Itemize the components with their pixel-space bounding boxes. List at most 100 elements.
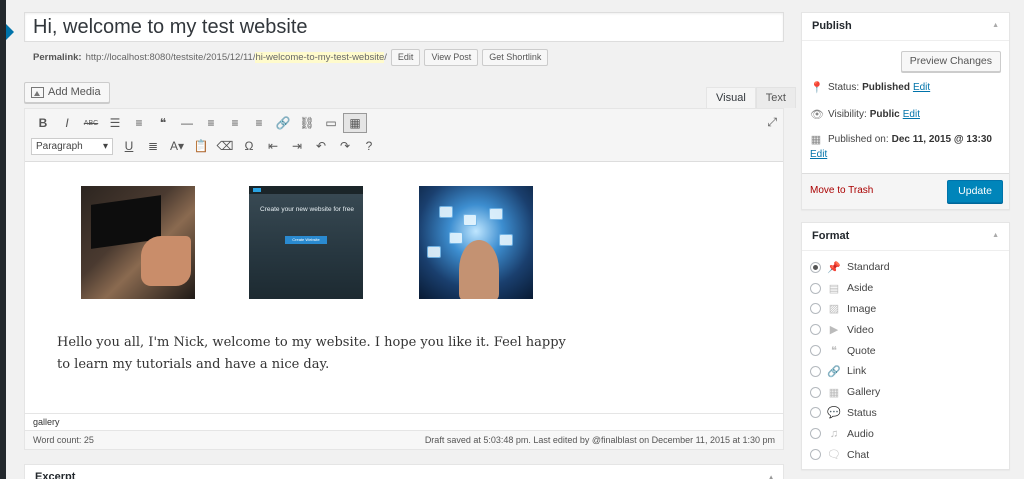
format-header[interactable]: Format ▲ — [802, 223, 1009, 251]
gallery-image-website[interactable]: Create your new website for free Create … — [249, 186, 363, 299]
format-radio[interactable] — [810, 345, 821, 357]
align-left-icon[interactable]: ≡ — [199, 113, 223, 133]
redo-icon[interactable]: ↷ — [333, 136, 357, 156]
element-path: gallery — [24, 413, 784, 430]
underline-icon[interactable]: U — [117, 136, 141, 156]
special-character-icon[interactable]: Ω — [237, 136, 261, 156]
bold-icon[interactable]: B — [31, 113, 55, 133]
format-radio[interactable] — [810, 324, 821, 336]
format-option-chat[interactable]: 🗨 Chat — [810, 444, 1001, 465]
status-icon: 💬 — [827, 407, 841, 420]
align-right-icon[interactable]: ≡ — [247, 113, 271, 133]
remove-link-icon[interactable]: ⛓ — [295, 113, 319, 133]
insert-link-icon[interactable]: 🔗 — [271, 113, 295, 133]
tab-visual[interactable]: Visual — [706, 87, 756, 108]
format-radio[interactable] — [810, 365, 821, 377]
permalink-bar: Permalink: http://localhost:8080/testsit… — [33, 49, 549, 66]
format-option-label: Image — [847, 302, 877, 315]
permalink-label: Permalink: — [33, 52, 82, 63]
format-option-standard[interactable]: 📌 Standard — [810, 257, 1001, 278]
format-option-link[interactable]: 🔗 Link — [810, 361, 1001, 382]
align-center-icon[interactable]: ≡ — [223, 113, 247, 133]
published-edit-row: Edit — [810, 149, 827, 160]
format-option-image[interactable]: ▨ Image — [810, 299, 1001, 320]
format-radio[interactable] — [810, 449, 821, 461]
format-option-audio[interactable]: ♫ Audio — [810, 423, 1001, 444]
strikethrough-icon[interactable]: ABC — [79, 113, 103, 133]
bullet-list-icon[interactable]: ☰ — [103, 113, 127, 133]
justify-icon[interactable]: ≣ — [141, 136, 165, 156]
publish-box: Publish ▲ Preview Changes 📍 Status: Publ… — [801, 12, 1010, 210]
gallery-image-laptop[interactable] — [81, 186, 195, 299]
paste-text-icon[interactable]: 📋 — [189, 136, 213, 156]
add-media-button[interactable]: Add Media — [24, 82, 110, 103]
publish-actions: Move to Trash Update — [802, 173, 1009, 209]
move-to-trash-link[interactable]: Move to Trash — [810, 185, 873, 196]
toolbar-toggle-icon[interactable]: ▦ — [343, 113, 367, 133]
calendar-icon: ▦ — [810, 134, 822, 146]
get-shortlink-button[interactable]: Get Shortlink — [482, 49, 549, 66]
format-option-gallery[interactable]: ▦ Gallery — [810, 382, 1001, 403]
undo-icon[interactable]: ↶ — [309, 136, 333, 156]
add-media-label: Add Media — [48, 86, 101, 98]
clear-formatting-icon[interactable]: ⌫ — [213, 136, 237, 156]
excerpt-box[interactable]: Excerpt ▲ — [24, 464, 784, 479]
gallery-icon: ▦ — [828, 386, 840, 399]
editor-content[interactable]: Create your new website for free Create … — [25, 162, 783, 416]
edit-permalink-button[interactable]: Edit — [390, 49, 421, 66]
format-radio[interactable] — [810, 303, 821, 315]
blockquote-icon[interactable]: ❝ — [151, 113, 175, 133]
collapse-icon[interactable]: ▲ — [992, 232, 999, 239]
format-radio[interactable] — [810, 428, 821, 440]
post-title-input[interactable]: Hi, welcome to my test website — [24, 12, 784, 42]
video-icon: ▶ — [829, 324, 839, 337]
format-radio[interactable] — [810, 407, 821, 419]
toolbar-row-1: B I ABC ☰ ≡ ❝ — ≡ ≡ ≡ 🔗 ⛓ ▭ ▦ — [31, 113, 367, 133]
gallery-image-touch[interactable] — [419, 186, 533, 299]
numbered-list-icon[interactable]: ≡ — [127, 113, 151, 133]
image-icon: ▨ — [828, 303, 840, 316]
outdent-icon[interactable]: ⇤ — [261, 136, 285, 156]
text-color-icon[interactable]: A▾ — [165, 136, 189, 156]
format-option-status[interactable]: 💬 Status — [810, 403, 1001, 424]
collapse-icon[interactable]: ▲ — [767, 473, 775, 479]
publish-header[interactable]: Publish ▲ — [802, 13, 1009, 41]
format-radio[interactable] — [810, 282, 821, 294]
edit-status-link[interactable]: Edit — [913, 82, 930, 93]
media-icon — [31, 87, 44, 98]
toolbar-row-2: Paragraph ▾ U ≣ A▾ 📋 ⌫ Ω ⇤ ⇥ ↶ ↷? — [31, 136, 381, 156]
preview-changes-button[interactable]: Preview Changes — [900, 51, 1001, 72]
help-icon[interactable]: ? — [357, 136, 381, 156]
view-post-button[interactable]: View Post — [424, 49, 479, 66]
format-radio[interactable] — [810, 261, 821, 273]
word-count: Word count: 25 — [33, 435, 94, 445]
chat-icon: 🗨 — [827, 449, 841, 462]
format-option-label: Quote — [847, 344, 876, 357]
indent-icon[interactable]: ⇥ — [285, 136, 309, 156]
format-option-video[interactable]: ▶ Video — [810, 319, 1001, 340]
format-option-label: Chat — [847, 448, 870, 461]
thumb-cta: Create Website — [285, 236, 327, 244]
permalink-base[interactable]: http://localhost:8080/testsite/2015/12/1… — [86, 52, 256, 63]
post-paragraph[interactable]: Hello you all, I'm Nick, welcome to my w… — [57, 332, 577, 376]
format-option-label: Gallery — [847, 386, 881, 399]
edit-visibility-link[interactable]: Edit — [903, 109, 920, 120]
update-button[interactable]: Update — [947, 180, 1003, 203]
read-more-icon[interactable]: ▭ — [319, 113, 343, 133]
thumb-header — [249, 186, 363, 194]
fullscreen-icon[interactable]: ⤢ — [767, 115, 777, 130]
tab-text[interactable]: Text — [755, 87, 796, 108]
format-option-label: Aside — [847, 282, 874, 295]
format-radio[interactable] — [810, 386, 821, 398]
format-option-aside[interactable]: ▤ Aside — [810, 278, 1001, 299]
chevron-down-icon: ▾ — [102, 140, 108, 152]
permalink-slug[interactable]: hi-welcome-to-my-test-website — [255, 52, 385, 63]
edit-date-link[interactable]: Edit — [810, 149, 827, 160]
italic-icon[interactable]: I — [55, 113, 79, 133]
format-option-quote[interactable]: ❝ Quote — [810, 340, 1001, 361]
eye-icon: 👁 — [810, 109, 824, 121]
collapse-icon[interactable]: ▲ — [992, 22, 999, 29]
horizontal-line-icon[interactable]: — — [175, 113, 199, 133]
format-select[interactable]: Paragraph ▾ — [31, 137, 113, 155]
link-icon: 🔗 — [827, 365, 841, 378]
